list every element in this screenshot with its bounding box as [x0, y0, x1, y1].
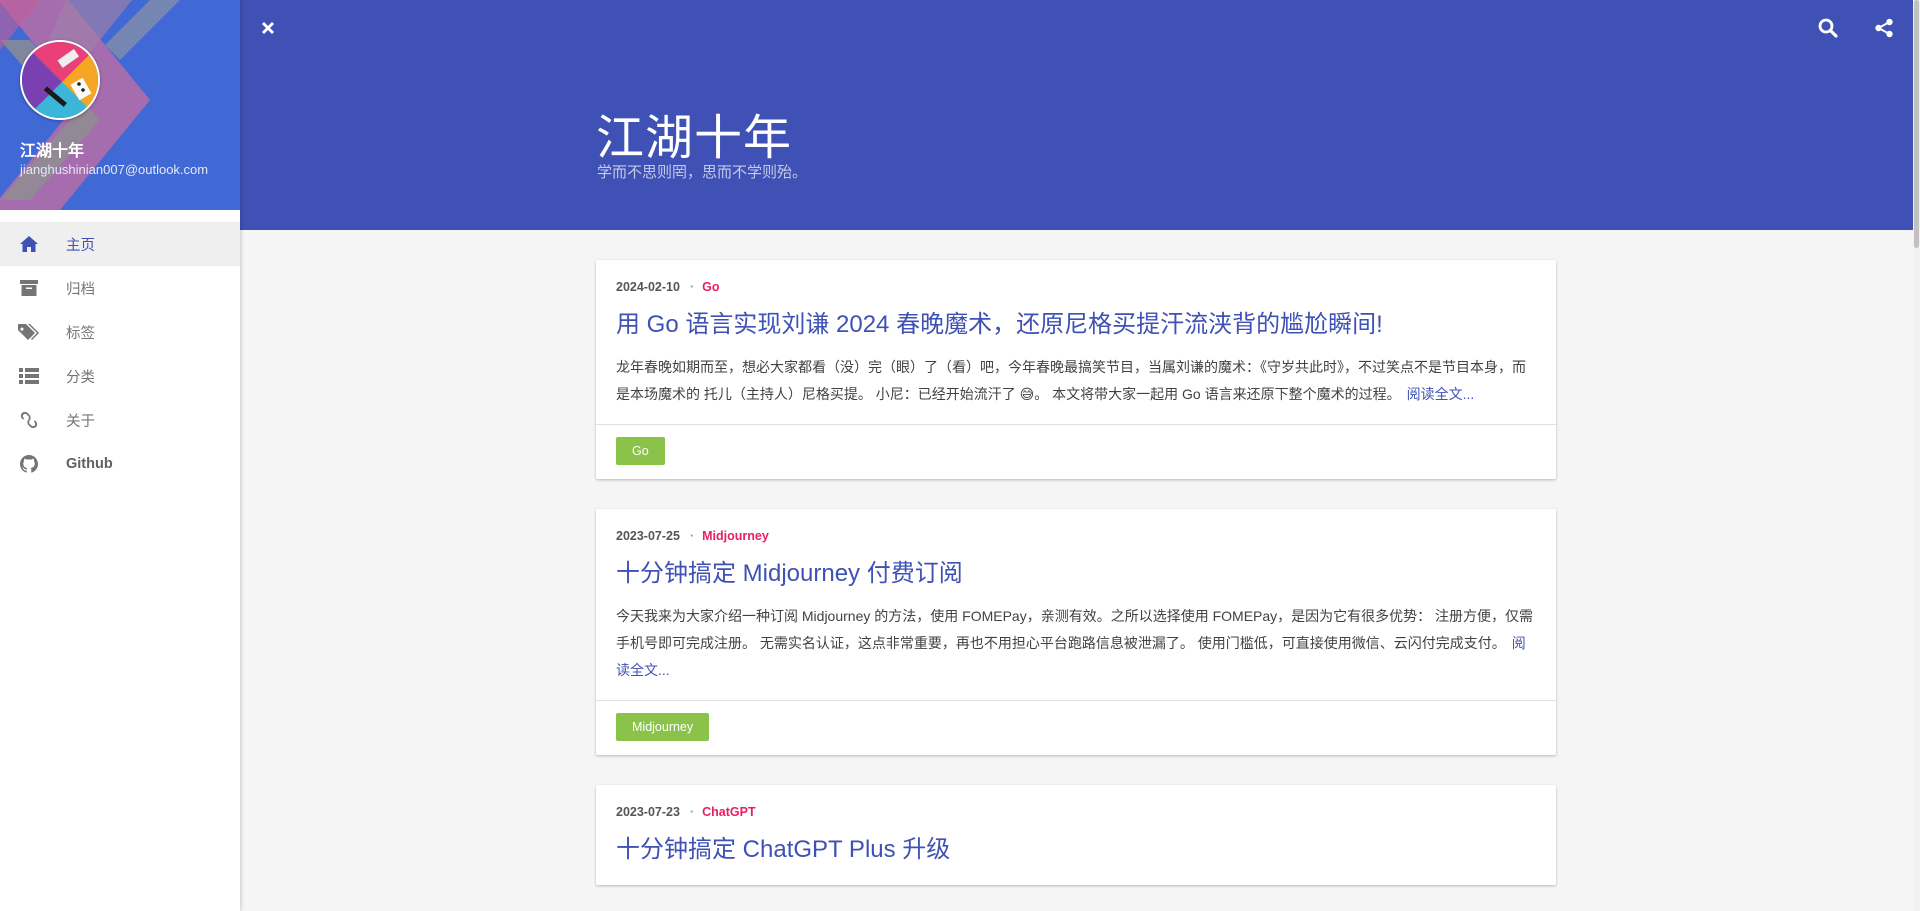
post-date: 2024-02-10: [616, 280, 680, 294]
post-footer: Go: [596, 424, 1556, 479]
tags-icon: [18, 321, 40, 343]
link-icon: [18, 409, 40, 431]
scrollbar-thumb[interactable]: [1914, 0, 1919, 248]
post-title-link[interactable]: 十分钟搞定 Midjourney 付费订阅: [616, 555, 1536, 593]
close-icon: [262, 22, 274, 34]
sidebar: 江湖十年 jianghushinian007@outlook.com 主页 归档…: [0, 0, 240, 911]
sidebar-item-about[interactable]: 关于: [0, 398, 240, 442]
post-excerpt: 今天我来为大家介绍一种订阅 Midjourney 的方法，使用 FOMEPay，…: [616, 603, 1536, 684]
sidebar-nav: 主页 归档 标签 分类 关于 Github: [0, 222, 240, 486]
tag-button[interactable]: Go: [616, 437, 665, 465]
sidebar-item-archive[interactable]: 归档: [0, 266, 240, 310]
post-excerpt-text: 龙年春晚如期而至，想必大家都看（没）完（眼）了（看）吧，今年春晚最搞笑节目，当属…: [616, 359, 1526, 402]
post-title-link[interactable]: 十分钟搞定 ChatGPT Plus 升级: [616, 831, 1536, 869]
post-title-link[interactable]: 用 Go 语言实现刘谦 2024 春晚魔术，还原尼格买提汗流浃背的尴尬瞬间!: [616, 306, 1536, 344]
sidebar-item-github[interactable]: Github: [0, 442, 240, 486]
read-more-link[interactable]: 阅读全文...: [1407, 386, 1475, 402]
post-category-link[interactable]: Midjourney: [702, 529, 769, 543]
sidebar-item-categories[interactable]: 分类: [0, 354, 240, 398]
post-meta: 2023-07-25 · Midjourney: [616, 529, 769, 543]
search-button[interactable]: [1814, 14, 1842, 42]
post-date: 2023-07-23: [616, 805, 680, 819]
site-header: 江湖十年 学而不思则罔，思而不学则殆。: [240, 0, 1913, 230]
post-category-link[interactable]: Go: [702, 280, 719, 294]
post-footer: Midjourney: [596, 700, 1556, 755]
sidebar-item-label: Github: [66, 456, 113, 472]
page-subtitle: 学而不思则罔，思而不学则殆。: [597, 164, 808, 181]
profile-name: 江湖十年: [20, 143, 85, 160]
sidebar-item-label: 分类: [66, 369, 95, 386]
sidebar-item-label: 标签: [66, 325, 95, 342]
profile-email: jianghushinian007@outlook.com: [20, 162, 209, 177]
post-card: 2023-07-25 · Midjourney 十分钟搞定 Midjourney 付…: [596, 509, 1556, 755]
sidebar-item-home[interactable]: 主页: [0, 222, 240, 266]
sidebar-item-label: 归档: [66, 281, 95, 298]
page-title: 江湖十年: [596, 112, 793, 165]
post-card: 2024-02-10 · Go 用 Go 语言实现刘谦 2024 春晚魔术，还原尼格…: [596, 260, 1556, 479]
sidebar-item-label: 主页: [66, 237, 95, 254]
post-list: 2024-02-10 · Go 用 Go 语言实现刘谦 2024 春晚魔术，还原尼格…: [596, 260, 1556, 911]
post-excerpt: 龙年春晚如期而至，想必大家都看（没）完（眼）了（看）吧，今年春晚最搞笑节目，当属…: [616, 354, 1536, 408]
post-meta: 2023-07-23 · ChatGPT: [616, 805, 756, 819]
sidebar-item-label: 关于: [66, 413, 95, 430]
post-category-link[interactable]: ChatGPT: [702, 805, 755, 819]
post-date: 2023-07-25: [616, 529, 680, 543]
sidebar-item-tags[interactable]: 标签: [0, 310, 240, 354]
github-icon: [18, 453, 40, 475]
close-sidebar-button[interactable]: [254, 14, 282, 42]
post-excerpt-text: 今天我来为大家介绍一种订阅 Midjourney 的方法，使用 FOMEPay，…: [616, 608, 1534, 651]
home-icon: [18, 233, 40, 255]
scrollbar[interactable]: [1913, 0, 1920, 911]
tag-button[interactable]: Midjourney: [616, 713, 710, 741]
search-icon: [1818, 18, 1838, 38]
sidebar-header: 江湖十年 jianghushinian007@outlook.com: [0, 0, 240, 210]
archive-icon: [18, 277, 40, 299]
post-meta: 2024-02-10 · Go: [616, 280, 720, 294]
share-button[interactable]: [1870, 14, 1898, 42]
list-icon: [18, 365, 40, 387]
post-card: 2023-07-23 · ChatGPT 十分钟搞定 ChatGPT Plus 升级: [596, 785, 1556, 885]
avatar[interactable]: [20, 40, 100, 120]
share-icon: [1875, 18, 1893, 38]
